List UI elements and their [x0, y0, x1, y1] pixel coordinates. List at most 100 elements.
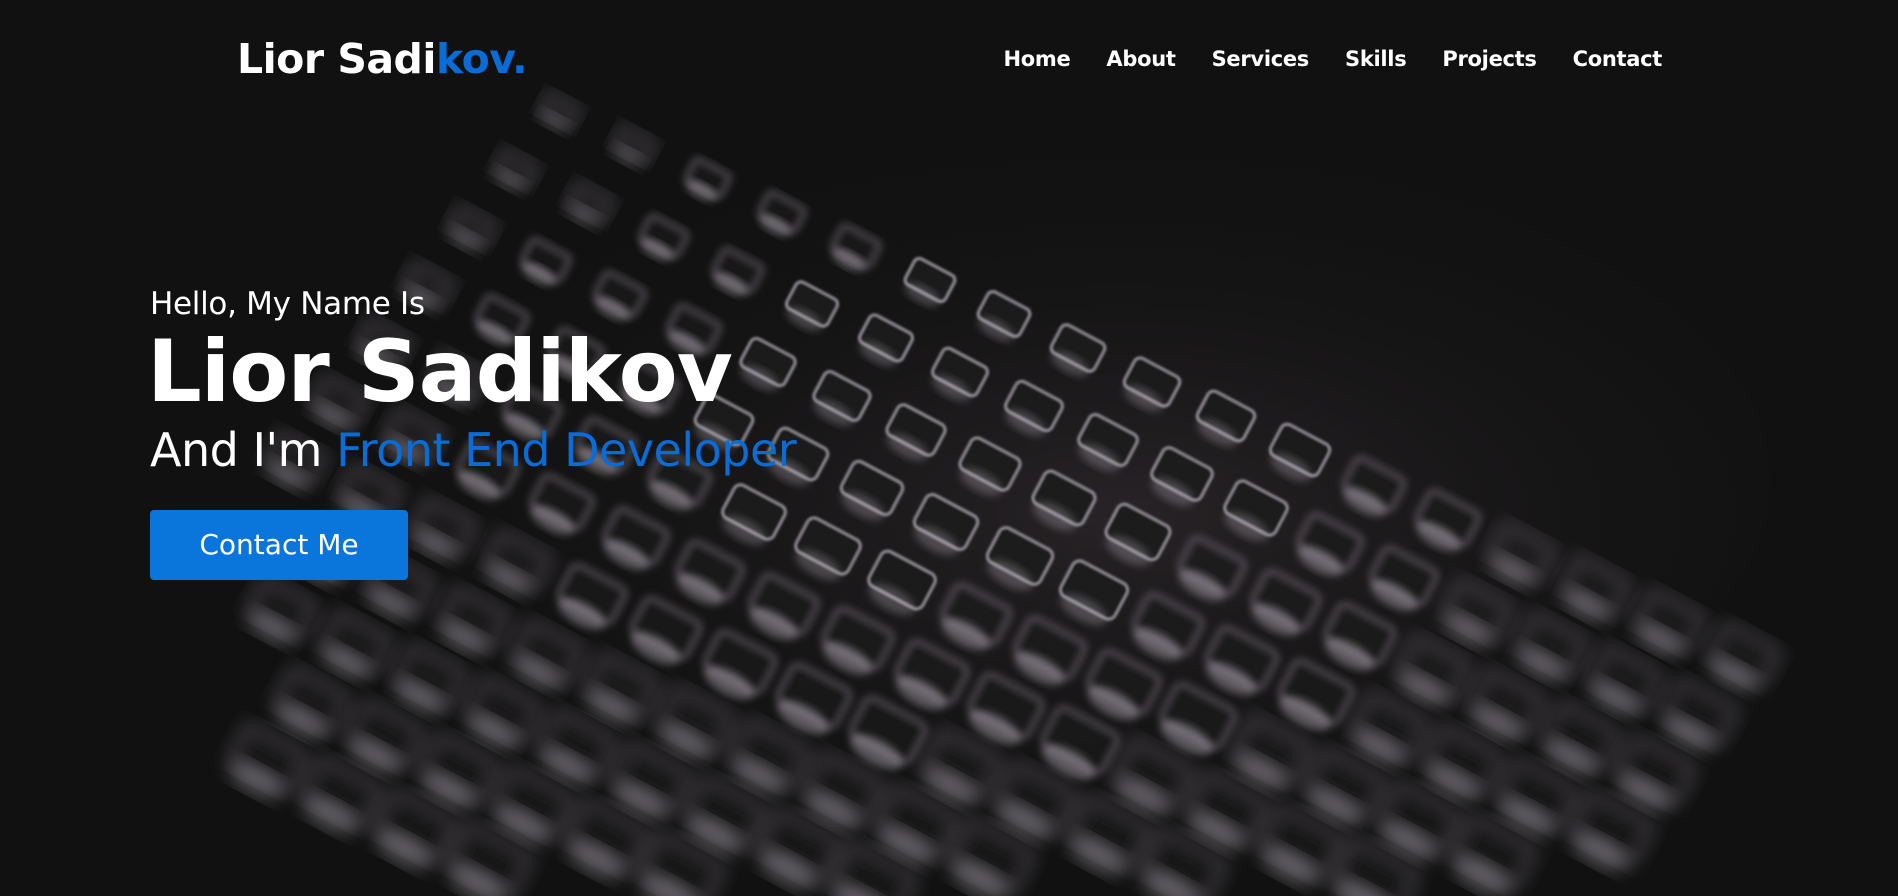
keyboard-key-decoration: [319, 609, 393, 679]
hero-section: Hello, My Name Is Lior Sadikov And I'm F…: [147, 284, 797, 580]
keyboard-key-decoration: [346, 699, 426, 774]
nav-link-services[interactable]: Services: [1212, 47, 1310, 71]
keyboard-key-decoration: [1040, 705, 1120, 780]
keyboard-key-decoration: [958, 436, 1022, 496]
keyboard-key-decoration: [794, 516, 862, 581]
keyboard-key-decoration: [748, 572, 820, 640]
keyboard-key-decoration: [1122, 356, 1182, 412]
keyboard-key-decoration: [921, 728, 1003, 805]
keyboard-key-decoration: [986, 526, 1054, 591]
keyboard-key-decoration: [1332, 838, 1420, 896]
keyboard-key-decoration: [1113, 738, 1195, 815]
keyboard-key-decoration: [538, 709, 618, 784]
keyboard-key-decoration: [565, 180, 615, 227]
keyboard-key-decoration: [1368, 545, 1440, 611]
keyboard-key-decoration: [967, 672, 1045, 745]
nav-link-contact[interactable]: Contact: [1573, 47, 1663, 71]
keyboard-key-decoration: [300, 756, 384, 834]
keyboard-key-decoration: [729, 719, 811, 795]
keyboard-key-decoration: [812, 370, 872, 426]
hero-role-prefix: And I'm: [150, 423, 337, 477]
keyboard-key-decoration: [1350, 691, 1430, 766]
keyboard-key-decoration: [392, 642, 468, 714]
keyboard-key-decoration: [565, 799, 651, 879]
keyboard-key-decoration: [1442, 578, 1514, 646]
keyboard-key-decoration: [227, 722, 309, 799]
keyboard-key-decoration: [939, 582, 1013, 651]
keyboard-key-decoration: [1195, 389, 1257, 447]
keyboard-key-decoration: [1131, 592, 1205, 661]
hero-greeting: Hello, My Name Is: [150, 286, 425, 322]
hero-name: Lior Sadikov: [147, 322, 733, 422]
keyboard-key-decoration: [1277, 658, 1355, 731]
keyboard-key-decoration: [465, 676, 543, 749]
keyboard-key-decoration: [1295, 512, 1365, 576]
keyboard-key-decoration: [1542, 701, 1622, 776]
keyboard-key-decoration: [446, 203, 498, 251]
keyboard-key-decoration: [1378, 781, 1462, 860]
keyboard-key-decoration: [1004, 380, 1064, 436]
keyboard-key-decoration: [1085, 648, 1163, 721]
keyboard-key-decoration: [1615, 734, 1697, 811]
keyboard-key-decoration: [684, 775, 768, 854]
keyboard-key-decoration: [510, 619, 586, 690]
keyboard-key-decoration: [775, 662, 853, 735]
hero-role: And I'm Front End Developer: [150, 422, 797, 478]
keyboard-key-decoration: [1250, 568, 1322, 636]
nav-menu: Home About Services Skills Projects Cont…: [1003, 44, 1662, 74]
keyboard-key-decoration: [1059, 559, 1129, 626]
keyboard-key-decoration: [1268, 422, 1332, 482]
keyboard-key-decoration: [976, 290, 1032, 342]
keyboard-key-decoration: [1414, 488, 1482, 552]
navbar: Lior Sadikov. Home About Services Skills…: [0, 0, 1898, 120]
keyboard-key-decoration: [912, 493, 980, 556]
keyboard-key-decoration: [437, 586, 511, 655]
nav-item-about: About: [1106, 44, 1176, 74]
keyboard-key-decoration: [246, 576, 318, 644]
keyboard-key-decoration: [858, 313, 914, 366]
keyboard-key-decoration: [1633, 588, 1707, 657]
keyboard-key-decoration: [273, 666, 351, 739]
keyboard-key-decoration: [1049, 323, 1107, 377]
nav-link-home[interactable]: Home: [1003, 47, 1070, 71]
nav-item-contact: Contact: [1573, 44, 1663, 74]
keyboard-key-decoration: [1515, 611, 1589, 681]
keyboard-key-decoration: [1232, 715, 1312, 791]
contact-me-button[interactable]: Contact Me: [150, 510, 408, 580]
keyboard-key-decoration: [830, 223, 882, 272]
keyboard-key-decoration: [1560, 555, 1632, 622]
nav-link-about[interactable]: About: [1106, 47, 1176, 71]
keyboard-key-decoration: [803, 752, 885, 830]
keyboard-key-decoration: [638, 832, 726, 896]
keyboard-key-decoration: [830, 841, 918, 896]
keyboard-key-decoration: [1396, 635, 1472, 706]
keyboard-key-decoration: [1341, 455, 1407, 517]
keyboard-key-decoration: [1305, 748, 1387, 826]
keyboard-key-decoration: [949, 818, 1035, 896]
keyboard-key-decoration: [1569, 791, 1655, 871]
keyboard-key-decoration: [1661, 678, 1739, 751]
keyboard-key-decoration: [684, 157, 732, 202]
keyboard-key-decoration: [1487, 521, 1557, 587]
nav-item-projects: Projects: [1442, 44, 1537, 74]
nav-link-projects[interactable]: Projects: [1442, 47, 1537, 71]
keyboard-key-decoration: [757, 190, 807, 237]
keyboard-key-decoration: [447, 822, 533, 896]
site-logo[interactable]: Lior Sadikov.: [237, 34, 528, 84]
keyboard-key-decoration: [1186, 771, 1270, 850]
keyboard-key-decoration: [1496, 758, 1580, 836]
portfolio-page: Lior Sadikov. Home About Services Skills…: [0, 0, 1898, 896]
keyboard-key-decoration: [1223, 479, 1289, 541]
keyboard-key-decoration: [1706, 621, 1782, 692]
logo-accent-text: kov.: [435, 35, 528, 83]
keyboard-key-decoration: [885, 403, 947, 461]
keyboard-key-decoration: [994, 761, 1078, 840]
keyboard-key-decoration: [611, 742, 693, 819]
nav-link-skills[interactable]: Skills: [1345, 47, 1407, 71]
keyboard-key-decoration: [1423, 724, 1505, 801]
keyboard-key-decoration: [1067, 795, 1153, 875]
keyboard-key-decoration: [492, 147, 540, 192]
keyboard-key-decoration: [1177, 535, 1247, 601]
keyboard-key-decoration: [903, 257, 957, 307]
keyboard-key-decoration: [1150, 446, 1214, 506]
